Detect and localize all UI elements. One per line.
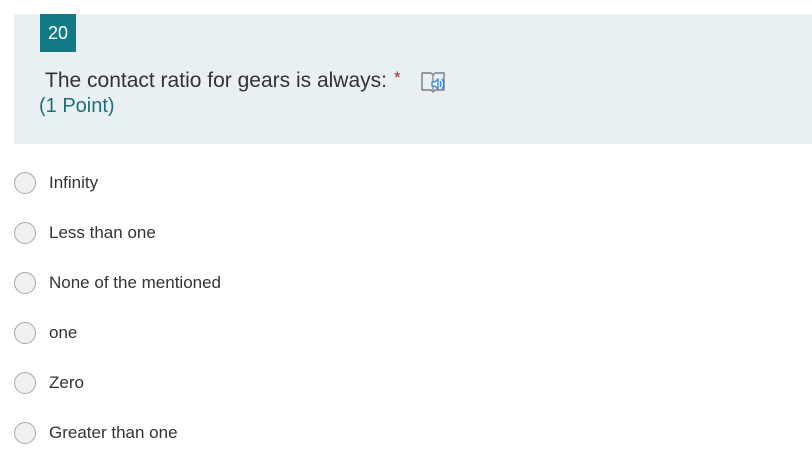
option-label: one — [49, 323, 78, 342]
required-marker: * — [393, 68, 401, 87]
option-greater-than-one[interactable]: Greater than one — [14, 408, 514, 458]
radio-button[interactable] — [14, 372, 36, 394]
question-card: 20 The contact ratio for gears is always… — [14, 14, 812, 144]
immersive-reader-icon[interactable] — [419, 68, 447, 96]
option-zero[interactable]: Zero — [14, 358, 514, 408]
answer-options: Infinity Less than one None of the menti… — [14, 158, 514, 458]
option-less-than-one[interactable]: Less than one — [14, 208, 514, 258]
question-title-row: The contact ratio for gears is always: * — [45, 67, 447, 95]
option-none-of-the-mentioned[interactable]: None of the mentioned — [14, 258, 514, 308]
question-number: 20 — [40, 14, 76, 52]
radio-button[interactable] — [14, 222, 36, 244]
radio-button[interactable] — [14, 172, 36, 194]
question-points: (1 Point) — [39, 95, 115, 117]
option-one[interactable]: one — [14, 308, 514, 358]
radio-button[interactable] — [14, 272, 36, 294]
radio-button[interactable] — [14, 422, 36, 444]
question-text: The contact ratio for gears is always: — [45, 69, 387, 92]
radio-button[interactable] — [14, 322, 36, 344]
option-label: Zero — [49, 373, 84, 392]
option-label: Infinity — [49, 173, 99, 192]
option-label: None of the mentioned — [49, 273, 222, 292]
option-infinity[interactable]: Infinity — [14, 158, 514, 208]
option-label: Greater than one — [49, 423, 178, 442]
option-label: Less than one — [49, 223, 156, 242]
